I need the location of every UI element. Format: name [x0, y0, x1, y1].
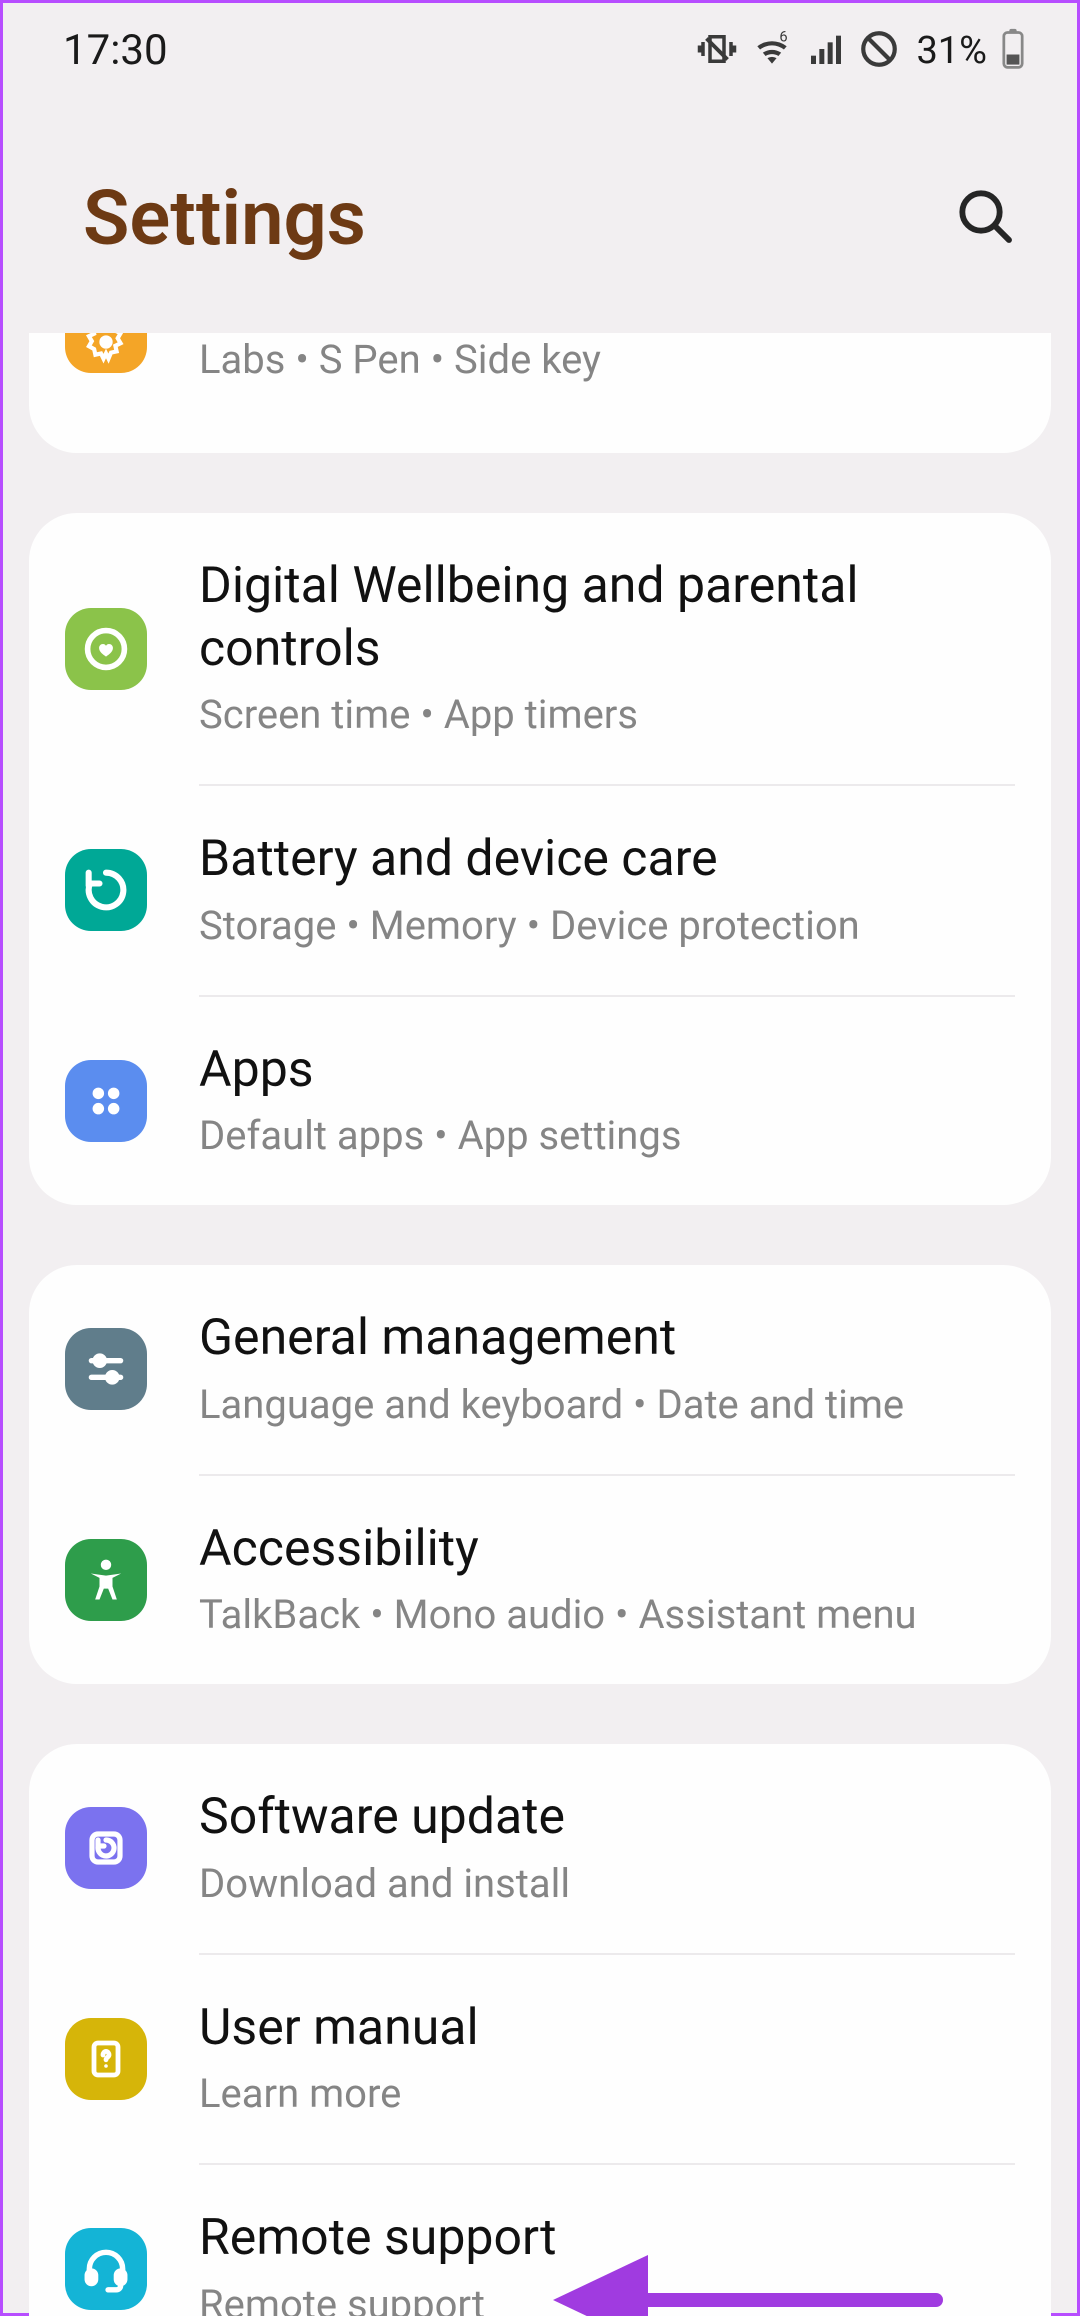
device-care-icon — [65, 849, 147, 931]
status-right: 6 31% — [696, 27, 1027, 75]
row-title: Accessibility — [199, 1518, 1015, 1581]
row-subtitle: Remote support — [199, 2278, 1015, 2316]
settings-card: General management Language and keyboard… — [29, 1265, 1051, 1684]
status-bar: 17:30 6 31% — [3, 3, 1077, 98]
row-title: Software update — [199, 1786, 1015, 1849]
settings-card: Labs • S Pen • Side key — [29, 333, 1051, 453]
search-button[interactable] — [953, 184, 1017, 252]
signal-icon — [806, 29, 846, 73]
wellbeing-icon — [65, 608, 147, 690]
wifi-icon: 6 — [750, 27, 794, 75]
settings-row-general[interactable]: General management Language and keyboard… — [29, 1265, 1051, 1474]
settings-card: Digital Wellbeing and parental controls … — [29, 513, 1051, 1205]
row-title: General management — [199, 1307, 1015, 1370]
row-title: Battery and device care — [199, 828, 1015, 891]
svg-text:6: 6 — [780, 27, 788, 45]
update-icon — [65, 1807, 147, 1889]
row-title: Apps — [199, 1039, 1015, 1102]
headset-icon — [65, 2228, 147, 2310]
settings-row-battery[interactable]: Battery and device care Storage • Memory… — [29, 786, 1051, 995]
row-title: User manual — [199, 1997, 1015, 2060]
row-subtitle: TalkBack • Mono audio • Assistant menu — [199, 1588, 1015, 1642]
settings-row-remote-support[interactable]: Remote support Remote support — [29, 2165, 1051, 2316]
vibrate-icon — [696, 28, 738, 74]
page-title: Settings — [83, 173, 366, 263]
dnd-icon — [858, 28, 900, 74]
manual-icon — [65, 2018, 147, 2100]
settings-row-accessibility[interactable]: Accessibility TalkBack • Mono audio • As… — [29, 1476, 1051, 1685]
settings-card: Software update Download and install Use… — [29, 1744, 1051, 2316]
battery-percent: 31% — [916, 29, 987, 73]
accessibility-icon — [65, 1539, 147, 1621]
row-subtitle: Download and install — [199, 1857, 1015, 1911]
settings-row-software-update[interactable]: Software update Download and install — [29, 1744, 1051, 1953]
row-title: Digital Wellbeing and parental controls — [199, 555, 1015, 680]
settings-header: Settings — [3, 98, 1077, 333]
settings-row-wellbeing[interactable]: Digital Wellbeing and parental controls … — [29, 513, 1051, 784]
row-subtitle: Language and keyboard • Date and time — [199, 1378, 1015, 1432]
battery-icon — [999, 27, 1027, 75]
sliders-icon — [65, 1328, 147, 1410]
row-subtitle: Default apps • App settings — [199, 1109, 1015, 1163]
row-subtitle: Labs • S Pen • Side key — [199, 333, 1015, 387]
apps-icon — [65, 1060, 147, 1142]
row-subtitle: Learn more — [199, 2067, 1015, 2121]
row-title: Remote support — [199, 2207, 1015, 2270]
gear-icon — [65, 333, 147, 373]
settings-row-advanced[interactable]: Labs • S Pen • Side key — [29, 333, 1051, 453]
settings-row-apps[interactable]: Apps Default apps • App settings — [29, 997, 1051, 1206]
status-time: 17:30 — [63, 26, 168, 75]
row-subtitle: Storage • Memory • Device protection — [199, 899, 1015, 953]
row-subtitle: Screen time • App timers — [199, 688, 1015, 742]
settings-row-user-manual[interactable]: User manual Learn more — [29, 1955, 1051, 2164]
